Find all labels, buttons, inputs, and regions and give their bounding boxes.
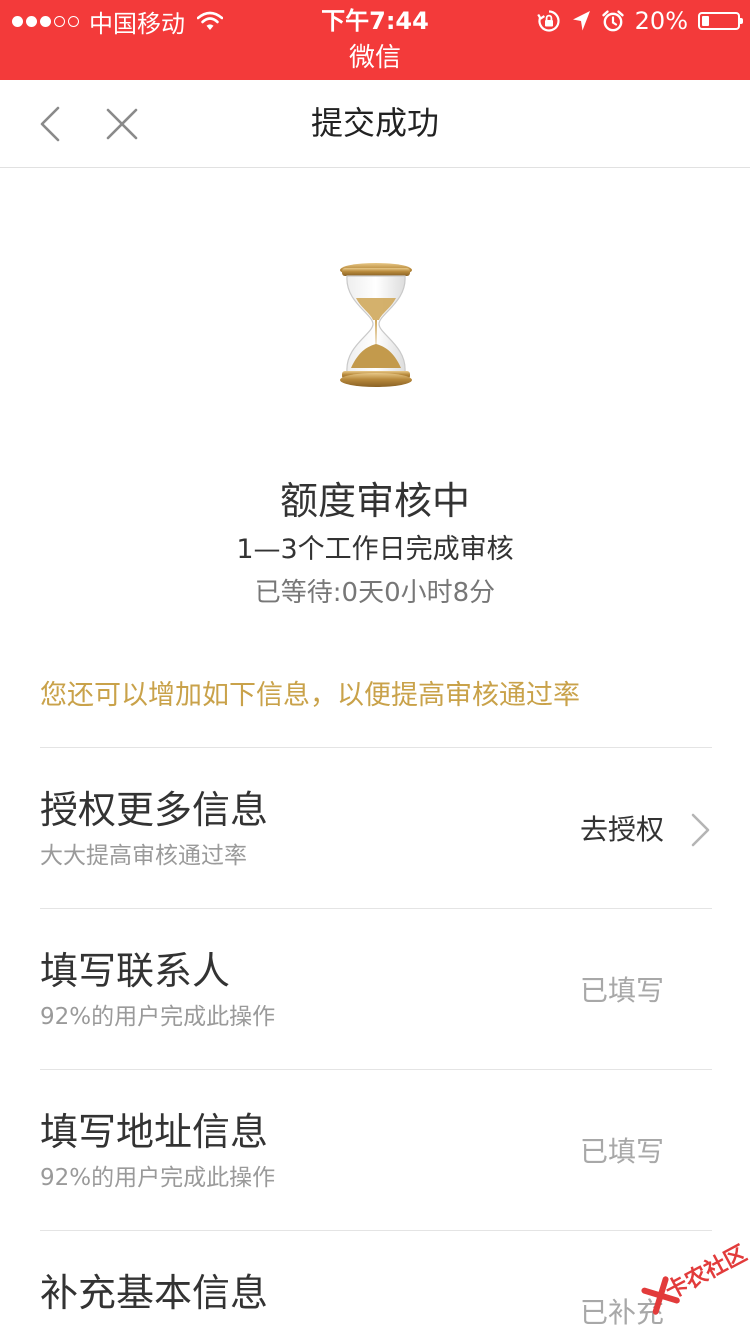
list-item-title: 填写联系人 <box>40 949 231 993</box>
battery-level <box>702 16 709 26</box>
battery-percentage: 20% <box>634 7 688 35</box>
review-duration-text: 1—3个工作日完成审核 <box>236 534 514 565</box>
chevron-right-icon <box>691 813 710 847</box>
info-list: 授权更多信息 大大提高审核通过率 去授权 填写联系人 92%的用户完成此操作 已… <box>40 747 712 1334</box>
list-item-subtitle: 大大提高审核通过率 <box>40 843 247 869</box>
list-item-title: 补充基本信息 <box>40 1271 269 1315</box>
nav-bar: 提交成功 <box>0 80 750 168</box>
alarm-clock-icon <box>601 10 624 32</box>
list-item-subtitle: 92%的用户完成此操作 <box>40 1004 276 1030</box>
list-item-basic-info[interactable]: 补充基本信息 已补充 <box>40 1230 712 1334</box>
location-arrow-icon <box>572 11 590 31</box>
battery-icon <box>698 12 743 30</box>
list-item-address[interactable]: 填写地址信息 92%的用户完成此操作 已填写 <box>40 1069 712 1230</box>
list-item-authorize[interactable]: 授权更多信息 大大提高审核通过率 去授权 <box>40 747 712 908</box>
completed-status: 已填写 <box>579 1135 664 1168</box>
review-status-title: 额度审核中 <box>279 479 470 523</box>
tip-text: 您还可以增加如下信息，以便提高审核通过率 <box>40 680 580 711</box>
watermark-text: 卡农社区 <box>661 1241 750 1305</box>
wechat-app-label: 微信 <box>348 43 401 73</box>
list-item-subtitle: 92%的用户完成此操作 <box>40 1165 276 1191</box>
list-item-title: 授权更多信息 <box>40 788 269 832</box>
completed-status: 已填写 <box>579 974 664 1007</box>
page: 中国移动 下午7:44 20% 微信 提交成功 额度审核中 1—3个工作日完成审… <box>0 0 750 1334</box>
status-bar-right: 20% <box>536 6 743 36</box>
list-item-contacts[interactable]: 填写联系人 92%的用户完成此操作 已填写 <box>40 908 712 1069</box>
status-bar: 中国移动 下午7:44 20% 微信 <box>0 0 750 80</box>
page-title: 提交成功 <box>310 104 439 142</box>
waiting-time-text: 已等待:0天0小时8分 <box>254 578 496 608</box>
hourglass-icon <box>325 258 427 390</box>
list-item-title: 填写地址信息 <box>40 1110 269 1154</box>
authorize-link[interactable]: 去授权 <box>580 810 664 850</box>
rotation-lock-icon <box>536 10 560 32</box>
